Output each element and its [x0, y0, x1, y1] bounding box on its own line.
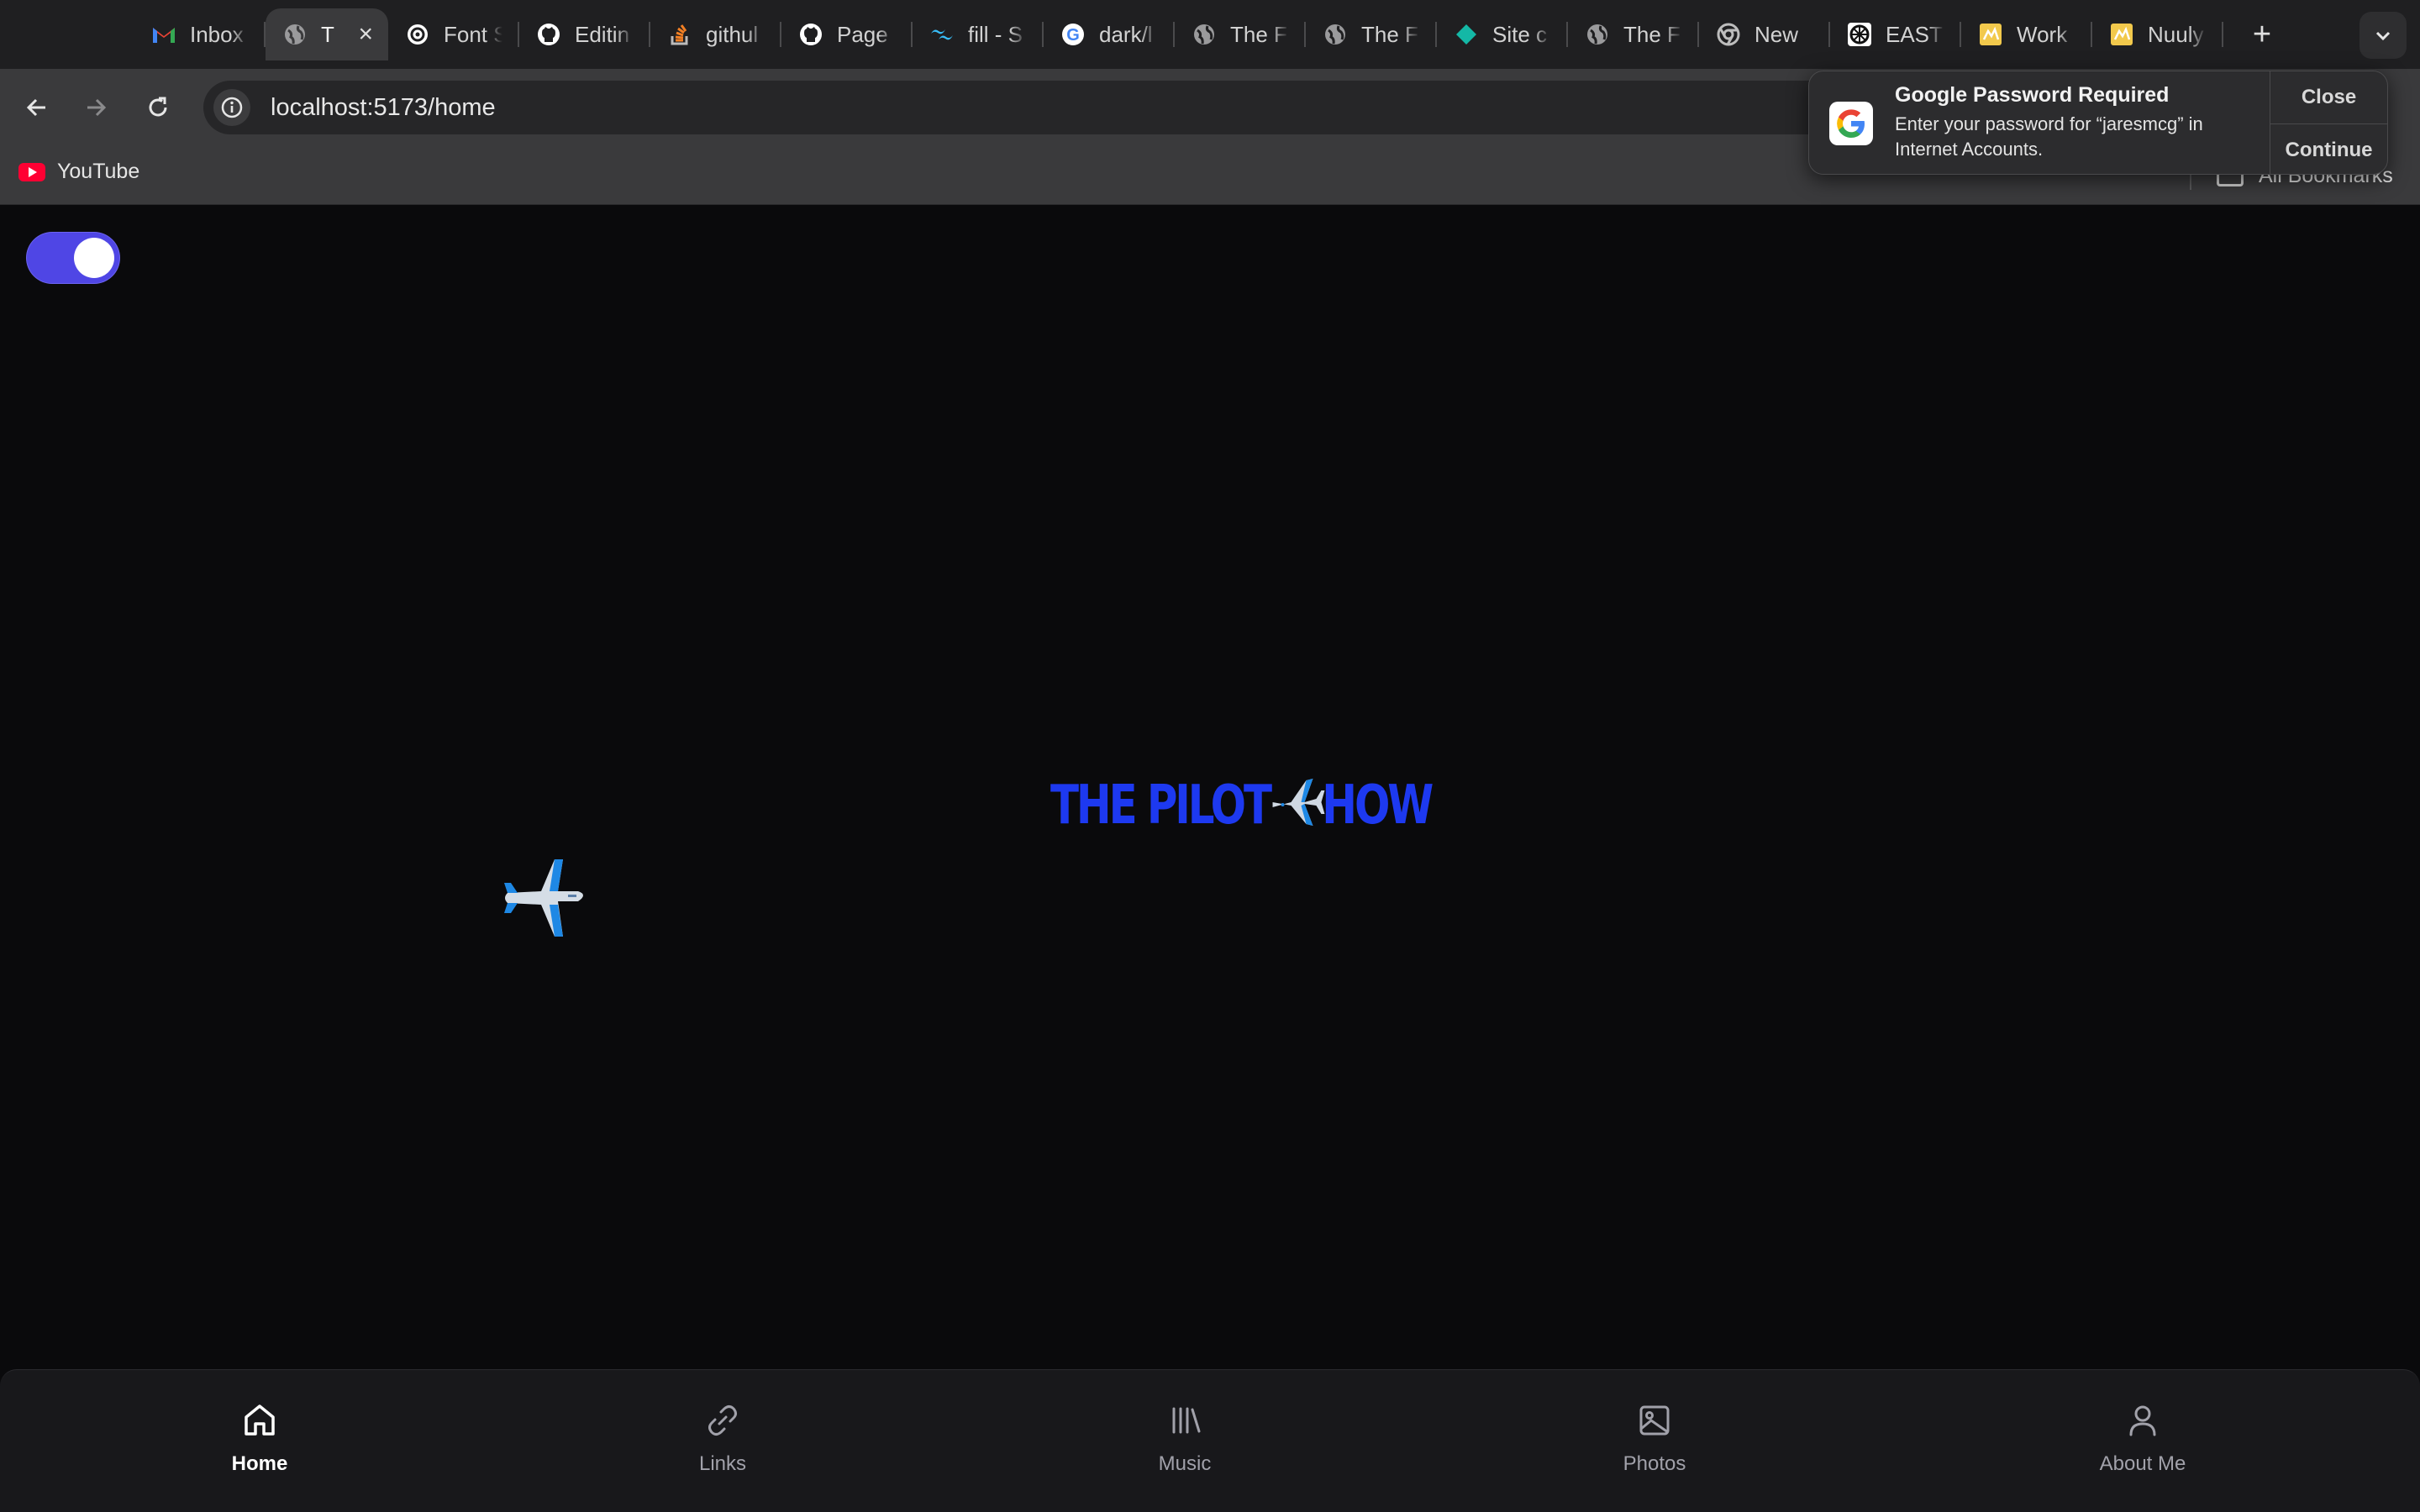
toggle-knob [74, 238, 114, 278]
tab-title: T [321, 21, 334, 47]
globe-icon [1323, 22, 1348, 47]
continue-button[interactable]: Continue [2270, 123, 2387, 174]
tab-the-f-1[interactable]: The F [1175, 8, 1306, 60]
new-tab-button[interactable]: + [2238, 11, 2286, 58]
nav-label: About Me [2099, 1452, 2186, 1475]
tab-title: dark/l [1099, 21, 1153, 47]
tab-title: Font S [444, 21, 502, 47]
reload-button[interactable] [138, 87, 178, 128]
nav-about-me[interactable]: About Me [2042, 1400, 2244, 1476]
hero-text-right: HOW [1322, 774, 1434, 837]
tab-page[interactable]: Page [781, 8, 913, 60]
site-info-icon[interactable] [213, 89, 250, 126]
bookmark-youtube[interactable]: YouTube [18, 160, 139, 184]
user-icon [2129, 1405, 2156, 1436]
bottom-navigation: Home Links Music Photos About Me [0, 1369, 2420, 1512]
chevron-down-icon [2375, 31, 2391, 41]
close-button[interactable]: Close [2270, 71, 2387, 123]
tab-fill[interactable]: fill - S [913, 8, 1044, 60]
theme-toggle[interactable] [27, 233, 119, 283]
stackoverflow-icon [667, 22, 692, 47]
bookmark-label: YouTube [57, 160, 140, 183]
tab-title: fill - S [968, 21, 1023, 47]
nav-label: Photos [1623, 1452, 1686, 1475]
globe-icon [1192, 22, 1217, 47]
globe-icon [282, 22, 308, 47]
nav-label: Links [698, 1452, 747, 1475]
link-icon [708, 1405, 737, 1436]
tab-title: Work [2017, 21, 2068, 47]
globe-icon [1585, 22, 1610, 47]
tab-title: Inbox [190, 21, 244, 47]
youtube-icon [18, 162, 45, 181]
notification-actions: Close Continue [2270, 71, 2387, 174]
tailwind-icon [929, 22, 955, 47]
tab-title: The F [1361, 21, 1418, 47]
image-icon [1639, 1405, 1670, 1436]
svg-text:G: G [1066, 26, 1080, 45]
tab-new[interactable]: New [1699, 8, 1830, 60]
nav-links[interactable]: Links [622, 1400, 823, 1476]
tab-east[interactable]: EAST [1830, 8, 1961, 60]
tab-title: The F [1623, 21, 1681, 47]
tab-dark-light[interactable]: G dark/l [1044, 8, 1175, 60]
hero-title: THE PILOT HOW [1050, 769, 1434, 843]
notification-body: Enter your password for “jaresmcg” in In… [1895, 113, 2203, 160]
tab-active[interactable]: T × [266, 8, 388, 60]
gmail-icon [151, 22, 176, 47]
arrow-left-icon [26, 98, 45, 117]
page-viewport: THE PILOT HOW [0, 206, 2420, 1512]
url-text[interactable]: localhost:5173/home [271, 94, 496, 122]
nav-label: Music [1158, 1452, 1212, 1475]
library-icon [1172, 1407, 1201, 1434]
chrome-icon [1716, 22, 1741, 47]
tab-title: githul [706, 21, 759, 47]
tab-title: Editin [575, 21, 630, 47]
tab-list: Inbox T × Font S Editin githul Page fill… [134, 8, 2286, 60]
github-icon [536, 22, 561, 47]
tab-title: Site c [1492, 21, 1548, 47]
tab-title: The F [1230, 21, 1287, 47]
tab-strip: Inbox T × Font S Editin githul Page fill… [0, 0, 2420, 69]
airplane-emoji [1272, 769, 1325, 843]
github-icon [798, 22, 823, 47]
nav-photos[interactable]: Photos [1554, 1400, 1755, 1476]
tab-search-button[interactable] [2360, 12, 2407, 59]
tab-title: New [1754, 21, 1799, 47]
tab-title: Page [837, 21, 888, 47]
workbook-icon [1978, 22, 2003, 47]
google-icon: G [1060, 22, 1086, 47]
diamond-icon [1454, 22, 1479, 47]
openai-icon [405, 22, 430, 47]
tab-github-so[interactable]: githul [650, 8, 781, 60]
close-tab-icon[interactable]: × [358, 20, 373, 49]
password-notification: Google Password Required Enter your pass… [1808, 71, 2388, 175]
reload-icon [149, 97, 167, 117]
google-icon [1829, 102, 1873, 145]
tab-work[interactable]: Work [1961, 8, 2092, 60]
back-button[interactable] [17, 87, 57, 128]
tab-the-f-2[interactable]: The F [1306, 8, 1437, 60]
workbook-icon [2109, 22, 2134, 47]
arrow-right-icon [87, 98, 107, 117]
hero-text-left: THE PILOT [1050, 774, 1272, 837]
tab-site[interactable]: Site c [1437, 8, 1568, 60]
tab-font[interactable]: Font S [388, 8, 519, 60]
notification-title: Google Password Required [1895, 83, 2170, 107]
tab-editing[interactable]: Editin [519, 8, 650, 60]
airplane-icon [504, 859, 583, 937]
nav-music[interactable]: Music [1084, 1400, 1286, 1476]
home-icon [245, 1404, 275, 1436]
tab-title: EAST [1886, 21, 1943, 47]
nav-label: Home [231, 1452, 288, 1475]
tab-separator [2222, 22, 2223, 47]
tab-inbox[interactable]: Inbox [134, 8, 266, 60]
tab-nuuly[interactable]: Nuuly [2092, 8, 2223, 60]
tab-the-f-3[interactable]: The F [1568, 8, 1699, 60]
nav-home[interactable]: Home [159, 1400, 360, 1476]
east-logo-icon [1847, 22, 1872, 47]
tab-title: Nuuly [2148, 21, 2204, 47]
forward-button[interactable] [76, 87, 116, 128]
